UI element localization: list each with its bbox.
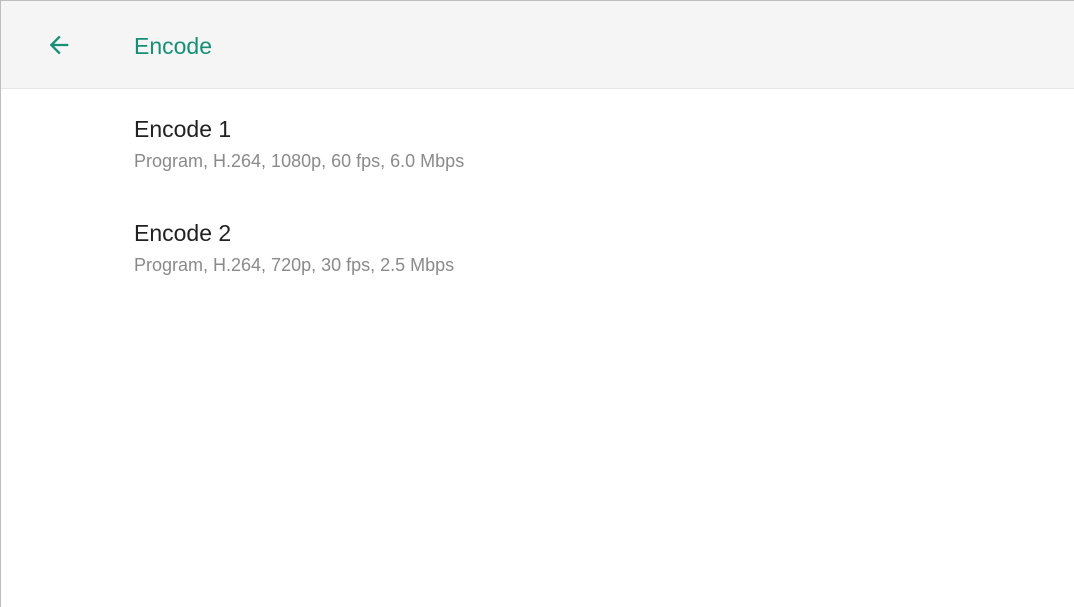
list-item-title: Encode 2 xyxy=(134,220,232,246)
page-title: Encode xyxy=(134,33,213,59)
app-bar: Encode xyxy=(1,1,1074,89)
encode-list: Encode 1 Program, H.264, 1080p, 60 fps, … xyxy=(1,90,1074,298)
list-item-title: Encode 1 xyxy=(134,116,232,142)
list-item-encode-2[interactable]: Encode 2 Program, H.264, 720p, 30 fps, 2… xyxy=(1,194,1074,298)
screen: Encode Encode 1 Program, H.264, 1080p, 6… xyxy=(0,0,1074,607)
back-button[interactable] xyxy=(37,23,81,67)
list-item-encode-1[interactable]: Encode 1 Program, H.264, 1080p, 60 fps, … xyxy=(1,90,1074,194)
arrow-back-icon xyxy=(49,35,69,55)
list-item-summary: Program, H.264, 720p, 30 fps, 2.5 Mbps xyxy=(134,255,455,275)
list-item-summary: Program, H.264, 1080p, 60 fps, 6.0 Mbps xyxy=(134,151,465,171)
